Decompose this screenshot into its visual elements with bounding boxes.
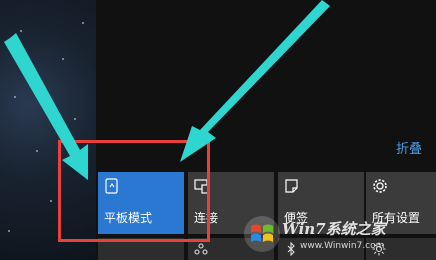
- watermark-site: www.Winwin7.com: [300, 241, 385, 251]
- note-icon: [285, 179, 298, 193]
- watermark: Win7系统之家 www.Winwin7.com: [240, 208, 436, 260]
- gear-icon: [373, 179, 387, 193]
- windows-logo-icon: [244, 216, 280, 252]
- collapse-link[interactable]: 折叠: [396, 138, 422, 157]
- vpn-icon: [194, 243, 208, 255]
- watermark-text: Win7系统之家: [282, 220, 386, 238]
- highlight-box: [58, 140, 210, 242]
